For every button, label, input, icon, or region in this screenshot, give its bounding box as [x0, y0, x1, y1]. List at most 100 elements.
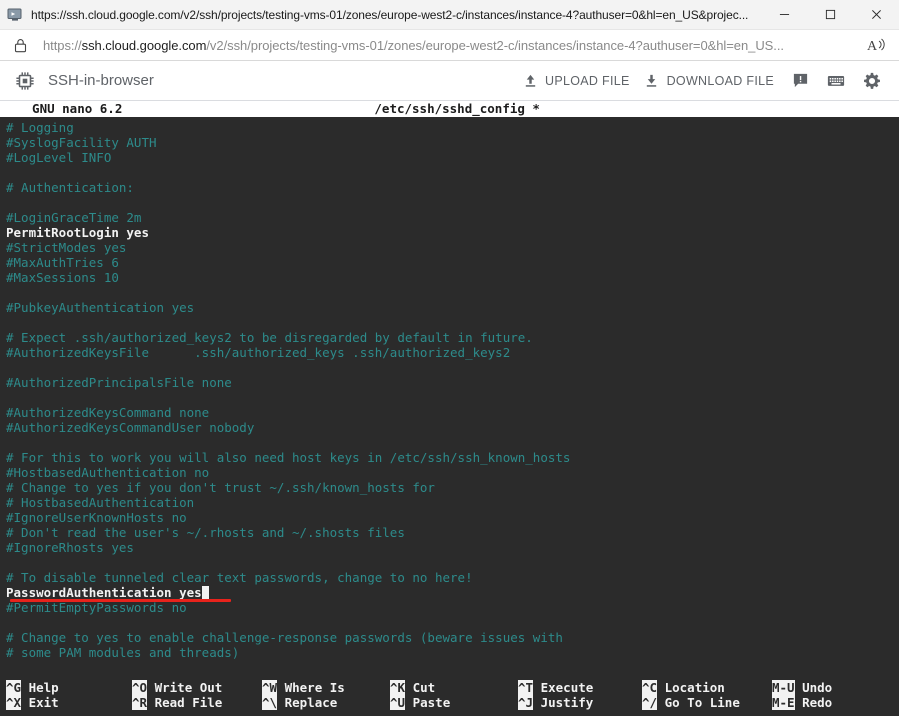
editor-line: #LoginGraceTime 2m: [6, 210, 899, 225]
nano-editor-buffer[interactable]: # Logging #SyslogFacility AUTH #LogLevel I…: [0, 117, 899, 660]
editor-line: # Don't read the user's ~/.rhosts and ~/…: [6, 525, 899, 540]
help-shortcut-key: ^\: [262, 695, 278, 710]
editor-line-text: # Expect .ssh/authorized_keys2 to be dis…: [6, 330, 533, 345]
editor-line-text: #PubkeyAuthentication yes: [6, 300, 195, 315]
help-shortcut-label: Paste: [405, 695, 451, 710]
editor-line-text: #PermitEmptyPasswords no: [6, 600, 187, 615]
editor-line: #MaxSessions 10: [6, 270, 899, 285]
editor-line-text: [6, 195, 14, 210]
terminal-pane[interactable]: GNU nano 6.2 /etc/ssh/sshd_config * # Lo…: [0, 101, 899, 716]
text-cursor: [201, 586, 209, 599]
help-shortcut-key: ^R: [132, 695, 148, 710]
help-shortcut-key: ^C: [642, 680, 658, 695]
editor-line: #AuthorizedKeysCommandUser nobody: [6, 420, 899, 435]
editor-line-text: # To disable tunneled clear text passwor…: [6, 570, 473, 585]
editor-line: #SyslogFacility AUTH: [6, 135, 899, 150]
editor-line-text: # HostbasedAuthentication: [6, 495, 195, 510]
help-shortcut-label: Execute: [533, 680, 594, 695]
editor-line-text: [6, 165, 14, 180]
upload-file-label: UPLOAD FILE: [545, 73, 630, 88]
editor-line: #IgnoreRhosts yes: [6, 540, 899, 555]
editor-line: PermitRootLogin yes: [6, 225, 899, 240]
help-shortcut[interactable]: ^C Location: [642, 680, 772, 695]
editor-line-text: [6, 285, 14, 300]
help-shortcut[interactable]: ^O Write Out: [132, 680, 262, 695]
upload-icon: [522, 73, 538, 89]
editor-line-text: #IgnoreRhosts yes: [6, 540, 134, 555]
window-controls: [761, 0, 899, 30]
help-shortcut[interactable]: ^T Execute: [518, 680, 642, 695]
upload-file-button[interactable]: UPLOAD FILE: [515, 66, 637, 96]
help-shortcut[interactable]: ^\ Replace: [262, 695, 390, 710]
editor-line-text: PermitRootLogin yes: [6, 225, 149, 240]
close-button[interactable]: [853, 0, 899, 30]
nano-help-row-bottom: ^X Exit ^R Read File ^\ Replace ^U Paste ^J …: [6, 695, 899, 710]
help-shortcut[interactable]: ^R Read File: [132, 695, 262, 710]
chip-icon: [14, 70, 36, 92]
help-shortcut[interactable]: M-E Redo: [772, 695, 892, 710]
svg-text:A: A: [867, 39, 878, 54]
editor-line-text: # Don't read the user's ~/.rhosts and ~/…: [6, 525, 405, 540]
editor-line-text: [6, 555, 14, 570]
browser-title-bar: https://ssh.cloud.google.com/v2/ssh/proj…: [0, 0, 899, 30]
editor-line: #LogLevel INFO: [6, 150, 899, 165]
keyboard-icon[interactable]: [819, 66, 853, 96]
nano-version: GNU nano 6.2: [17, 101, 123, 116]
help-shortcut[interactable]: ^U Paste: [390, 695, 518, 710]
editor-line-text: #MaxAuthTries 6: [6, 255, 119, 270]
nano-filename: /etc/ssh/sshd_config *: [374, 101, 540, 116]
editor-line-text: # Change to yes to enable challenge-resp…: [6, 630, 563, 645]
download-file-button[interactable]: DOWNLOAD FILE: [637, 66, 781, 96]
editor-line: # HostbasedAuthentication: [6, 495, 899, 510]
feedback-icon[interactable]: [783, 66, 817, 96]
help-shortcut-key: ^K: [390, 680, 406, 695]
editor-line: #PermitEmptyPasswords no: [6, 600, 899, 615]
help-shortcut[interactable]: ^/ Go To Line: [642, 695, 772, 710]
editor-line: #AuthorizedKeysFile .ssh/authorized_keys…: [6, 345, 899, 360]
editor-line: #PubkeyAuthentication yes: [6, 300, 899, 315]
help-shortcut-key: ^/: [642, 695, 658, 710]
help-shortcut[interactable]: ^K Cut: [390, 680, 518, 695]
gear-icon[interactable]: [855, 66, 889, 96]
address-bar[interactable]: https://ssh.cloud.google.com/v2/ssh/proj…: [0, 30, 899, 61]
editor-line-text: #AuthorizedKeysFile .ssh/authorized_keys…: [6, 345, 511, 360]
help-shortcut[interactable]: ^J Justify: [518, 695, 642, 710]
editor-line-text: #IgnoreUserKnownHosts no: [6, 510, 187, 525]
editor-line: #MaxAuthTries 6: [6, 255, 899, 270]
url-domain: ssh.cloud.google.com: [81, 37, 207, 53]
maximize-button[interactable]: [807, 0, 853, 30]
editor-line: # some PAM modules and threads): [6, 645, 899, 660]
help-shortcut-label: Justify: [533, 695, 594, 710]
remote-desktop-icon: [7, 7, 23, 23]
editor-line-text: #AuthorizedKeysCommand none: [6, 405, 210, 420]
help-shortcut-label: Replace: [277, 695, 338, 710]
nano-help-bar: ^G Help ^O Write Out ^W Where Is ^K Cut ^T E…: [0, 680, 899, 710]
download-file-label: DOWNLOAD FILE: [666, 73, 774, 88]
editor-line-text: #MaxSessions 10: [6, 270, 119, 285]
help-shortcut-key: ^W: [262, 680, 278, 695]
editor-line: [6, 615, 899, 630]
editor-line: [6, 195, 899, 210]
editor-line: [6, 315, 899, 330]
editor-line: PasswordAuthentication yes: [6, 585, 899, 602]
editor-line-text: #AuthorizedPrincipalsFile none: [6, 375, 232, 390]
help-shortcut-label: Where Is: [277, 680, 345, 695]
editor-line-text: #LogLevel INFO: [6, 150, 112, 165]
help-shortcut-key: ^T: [518, 680, 534, 695]
read-aloud-icon[interactable]: A: [865, 34, 891, 56]
minimize-button[interactable]: [761, 0, 807, 30]
editor-line: #StrictModes yes: [6, 240, 899, 255]
editor-line-text: # For this to work you will also need ho…: [6, 450, 571, 465]
help-shortcut[interactable]: ^W Where Is: [262, 680, 390, 695]
help-shortcut-key: M-E: [772, 695, 795, 710]
editor-line-text: #LoginGraceTime 2m: [6, 210, 142, 225]
help-shortcut-label: Undo: [794, 680, 833, 695]
help-shortcut[interactable]: ^G Help: [6, 680, 132, 695]
help-shortcut[interactable]: M-U Undo: [772, 680, 892, 695]
url-text[interactable]: https://ssh.cloud.google.com/v2/ssh/proj…: [43, 38, 865, 53]
editor-line-text: #SyslogFacility AUTH: [6, 135, 157, 150]
help-shortcut[interactable]: ^X Exit: [6, 695, 132, 710]
help-shortcut-label: Read File: [147, 695, 223, 710]
editor-line-text: [6, 615, 14, 630]
editor-line-text: # Logging: [6, 120, 74, 135]
